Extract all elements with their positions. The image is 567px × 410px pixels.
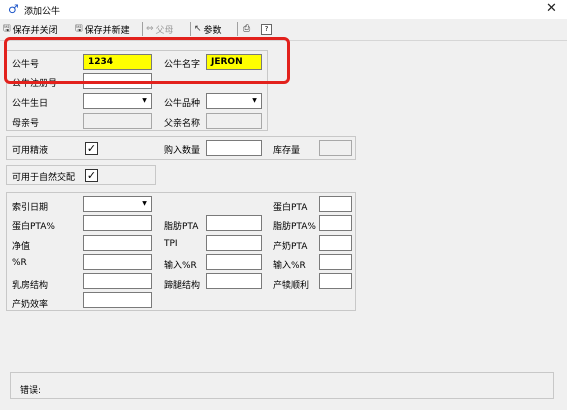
index-date-select[interactable]: ▼ bbox=[83, 196, 152, 212]
save-new-label: 保存并新建 bbox=[84, 25, 130, 36]
calving-ease-field[interactable] bbox=[319, 273, 352, 289]
error-panel bbox=[10, 372, 554, 399]
usable-semen-checkbox[interactable]: ✓ bbox=[85, 142, 98, 155]
birth-date-select[interactable]: ▼ bbox=[83, 93, 152, 109]
highlight-box bbox=[4, 37, 290, 84]
sire-icon: ⇔ bbox=[146, 24, 154, 34]
udder-label: 乳房结构 bbox=[12, 281, 49, 291]
sire-name-label: 父亲名称 bbox=[164, 119, 201, 129]
fat-pta-pct-label: 脂肪PTA% bbox=[273, 222, 316, 232]
save-new-button[interactable]: 🖫 保存并新建 bbox=[75, 22, 130, 36]
toolbar-separator bbox=[190, 22, 191, 36]
udder-field[interactable] bbox=[83, 273, 152, 289]
pct-r-field[interactable] bbox=[83, 254, 152, 270]
tpi-label: TPI bbox=[164, 239, 178, 249]
save-close-button[interactable]: 🖫 保存并关闭 bbox=[3, 22, 58, 36]
protein-pta-pct-field[interactable] bbox=[83, 215, 152, 231]
printer-icon: ⎙ bbox=[243, 24, 251, 34]
protein-pta-field[interactable] bbox=[319, 196, 352, 212]
dam-no-label: 母亲号 bbox=[12, 119, 40, 129]
toolbar-separator bbox=[142, 22, 143, 36]
breed-select[interactable]: ▼ bbox=[206, 93, 262, 109]
dam-no-field bbox=[83, 113, 152, 129]
breed-label: 公牛品种 bbox=[164, 99, 201, 109]
milk-eff-field[interactable] bbox=[83, 292, 152, 308]
chevron-down-icon[interactable]: ▼ bbox=[137, 197, 151, 211]
calving-ease-label: 产犊顺利 bbox=[273, 281, 310, 291]
error-label: 错误: bbox=[20, 386, 42, 396]
stock-label: 库存量 bbox=[273, 146, 301, 156]
fat-pta-pct-field[interactable] bbox=[319, 215, 352, 231]
params-label: 参数 bbox=[203, 25, 222, 36]
save-close-label: 保存并关闭 bbox=[12, 25, 58, 36]
params-icon: ↖ bbox=[194, 24, 202, 34]
help-icon: ? bbox=[261, 23, 272, 35]
window-title: 添加公牛 bbox=[24, 7, 61, 17]
pct-r-label: %R bbox=[12, 258, 27, 268]
help-button[interactable]: ? bbox=[261, 22, 272, 36]
purchase-qty-field[interactable] bbox=[206, 140, 262, 156]
save-new-icon: 🖫 bbox=[75, 24, 83, 34]
print-button[interactable]: ⎙ bbox=[243, 22, 250, 36]
sire-name-field bbox=[206, 113, 262, 129]
title-bar bbox=[0, 0, 567, 19]
hoof-label: 蹄腿结构 bbox=[164, 281, 201, 291]
net-value-field[interactable] bbox=[83, 235, 152, 251]
input-pct-r2-field[interactable] bbox=[319, 254, 352, 270]
hoof-field[interactable] bbox=[206, 273, 262, 289]
save-icon: 🖫 bbox=[3, 24, 11, 34]
protein-pta-label: 蛋白PTA bbox=[273, 203, 308, 213]
input-pct-r-field[interactable] bbox=[206, 254, 262, 270]
chevron-down-icon[interactable]: ▼ bbox=[137, 94, 151, 108]
protein-pta-pct-label: 蛋白PTA% bbox=[12, 222, 55, 232]
natural-breeding-label: 可用于自然交配 bbox=[12, 173, 76, 183]
bull-male-symbol-icon: ♂ bbox=[8, 2, 19, 16]
milk-pta-label: 产奶PTA bbox=[273, 242, 308, 252]
natural-breeding-checkbox[interactable]: ✓ bbox=[85, 169, 98, 182]
purchase-qty-label: 购入数量 bbox=[164, 146, 201, 156]
milk-eff-label: 产奶效率 bbox=[12, 300, 49, 310]
input-pct-r-label: 输入%R bbox=[164, 261, 197, 271]
fat-pta-field[interactable] bbox=[206, 215, 262, 231]
usable-semen-label: 可用精液 bbox=[12, 146, 49, 156]
tpi-field[interactable] bbox=[206, 235, 262, 251]
birth-label: 公牛生日 bbox=[12, 99, 49, 109]
toolbar-separator bbox=[237, 22, 238, 36]
params-button[interactable]: ↖ 参数 bbox=[194, 22, 222, 36]
close-button[interactable]: ✕ bbox=[546, 1, 557, 16]
index-date-label: 索引日期 bbox=[12, 203, 49, 213]
sire-label: 父母 bbox=[155, 25, 174, 36]
fat-pta-label: 脂肪PTA bbox=[164, 222, 199, 232]
sire-button[interactable]: ⇔ 父母 bbox=[146, 22, 174, 36]
milk-pta-field[interactable] bbox=[319, 235, 352, 251]
input-pct-r2-label: 输入%R bbox=[273, 261, 306, 271]
chevron-down-icon[interactable]: ▼ bbox=[247, 94, 261, 108]
stock-field bbox=[319, 140, 352, 156]
net-value-label: 净值 bbox=[12, 242, 31, 252]
